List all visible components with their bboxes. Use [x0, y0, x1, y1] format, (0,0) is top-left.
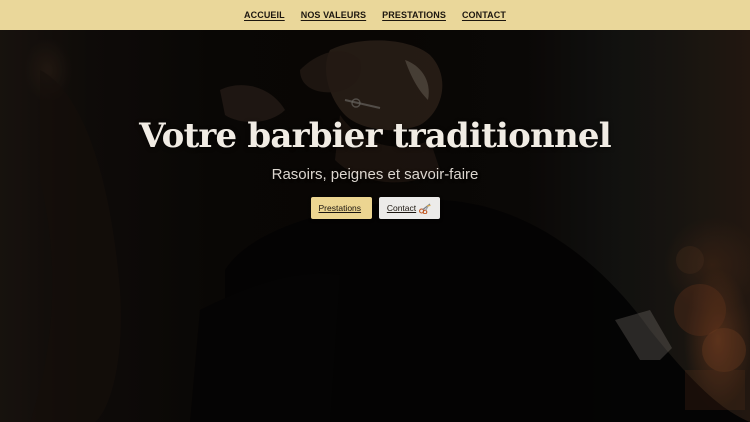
- nav-link-accueil[interactable]: ACCUEIL: [244, 10, 285, 20]
- nav-link-prestations[interactable]: PRESTATIONS: [382, 10, 446, 20]
- nav-link-nos-valeurs[interactable]: NOS VALEURS: [301, 10, 366, 20]
- top-navigation: ACCUEIL NOS VALEURS PRESTATIONS CONTACT: [0, 0, 750, 30]
- hero-content: Votre barbier traditionnel Rasoirs, peig…: [0, 114, 750, 219]
- contact-button[interactable]: Contact: [378, 197, 440, 219]
- nav-link-contact[interactable]: CONTACT: [462, 10, 506, 20]
- scissors-icon: [419, 203, 431, 214]
- hero-subtitle: Rasoirs, peignes et savoir-faire: [271, 166, 479, 183]
- contact-button-label: Contact: [386, 203, 417, 213]
- prestations-button-label: Prestations: [318, 203, 362, 213]
- hero-dark-overlay: [0, 30, 750, 422]
- hero-section: Votre barbier traditionnel Rasoirs, peig…: [0, 30, 750, 422]
- prestations-button[interactable]: Prestations: [310, 197, 372, 219]
- cta-button-group: Prestations Contact: [310, 197, 440, 219]
- hero-title: Votre barbier traditionnel: [139, 116, 611, 156]
